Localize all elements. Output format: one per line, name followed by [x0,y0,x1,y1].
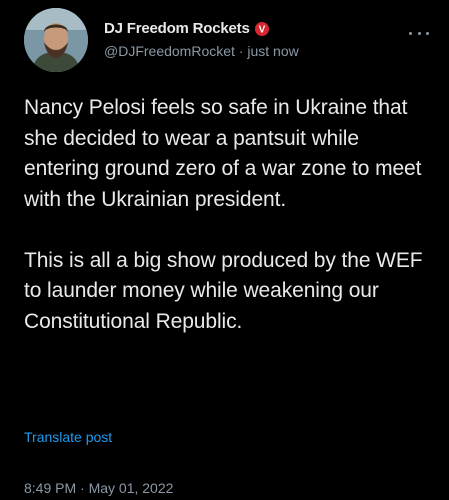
author-handle-time[interactable]: @DJFreedomRocket · just now [104,43,299,59]
post-paragraph-2: This is all a big show produced by the W… [24,248,423,333]
verified-badge-icon: V [254,21,269,36]
avatar[interactable] [24,8,88,72]
avatar-photo-icon [24,8,88,72]
post-card: DJ Freedom Rockets V @DJFreedomRocket · … [0,0,449,500]
more-dot-icon [426,31,429,35]
post-paragraph-1: Nancy Pelosi feels so safe in Ukraine th… [24,96,422,211]
author-name-row: DJ Freedom Rockets V [104,20,269,37]
post-timestamp[interactable]: 8:49 PM · May 01, 2022 [24,480,173,496]
more-dot-icon [409,31,412,35]
more-options-button[interactable] [409,28,429,38]
translate-post-link[interactable]: Translate post [24,429,112,445]
more-dot-icon [417,31,421,35]
author-display-name[interactable]: DJ Freedom Rockets [104,20,250,37]
badge-glyph: V [258,24,265,35]
post-text: Nancy Pelosi feels so safe in Ukraine th… [24,93,434,337]
